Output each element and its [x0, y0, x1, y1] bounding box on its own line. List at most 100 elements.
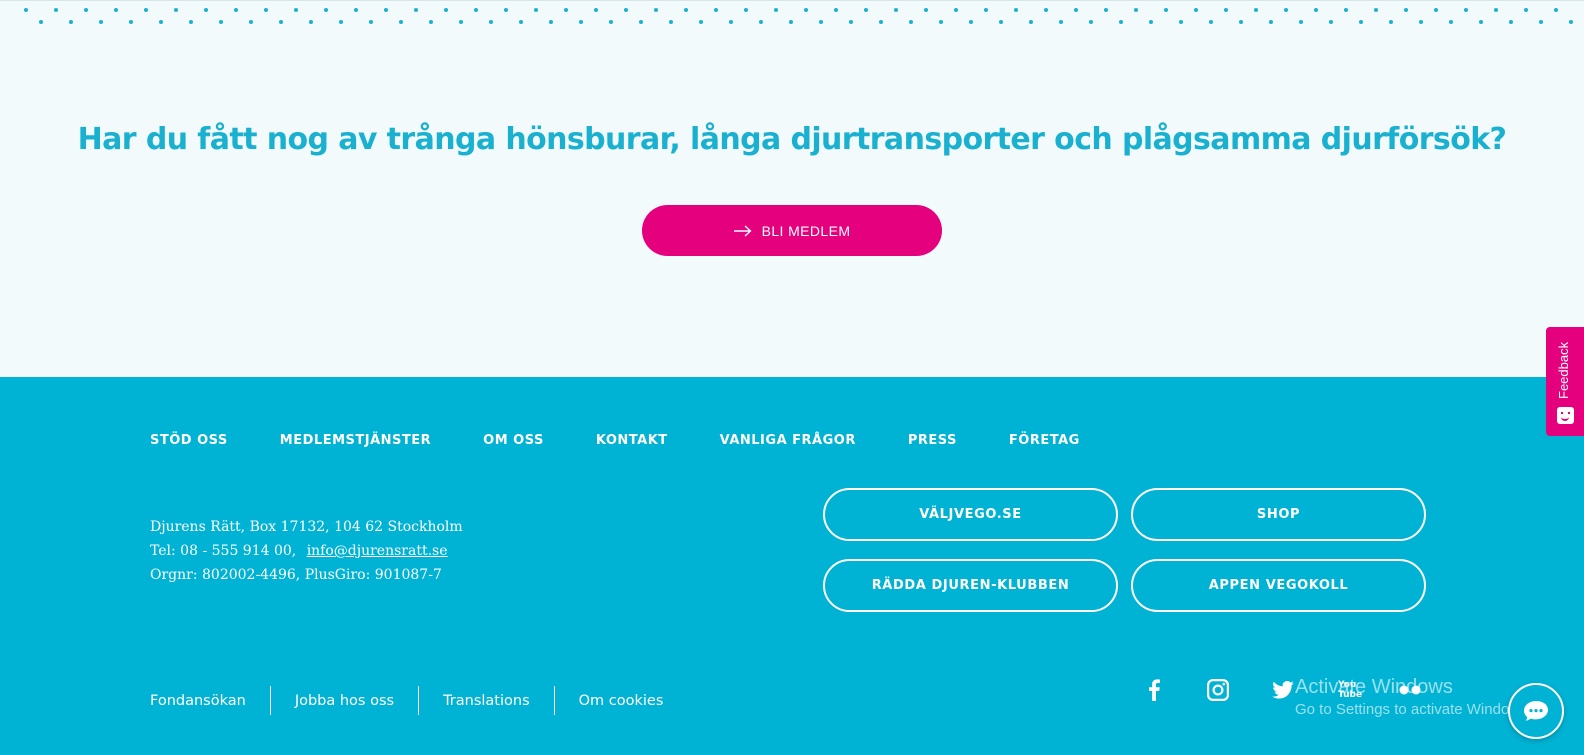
dot	[969, 20, 973, 24]
dot	[84, 8, 88, 12]
contact-info: Djurens Rätt, Box 17132, 104 62 Stockhol…	[150, 515, 463, 587]
dot	[474, 8, 478, 12]
dot	[1329, 20, 1333, 24]
dot	[759, 20, 763, 24]
arrow-right-icon	[733, 224, 752, 237]
dot	[879, 20, 883, 24]
bli-medlem-label: BLI MEDLEM	[761, 222, 851, 239]
twitter-icon[interactable]	[1268, 675, 1298, 705]
dot	[369, 20, 373, 24]
dot	[1119, 20, 1123, 24]
dot	[339, 20, 343, 24]
instagram-icon[interactable]	[1203, 675, 1233, 705]
dot	[444, 8, 448, 12]
nav-om-oss[interactable]: OM OSS	[483, 433, 544, 448]
dot	[1479, 20, 1483, 24]
dot	[954, 8, 958, 12]
dot	[144, 8, 148, 12]
promo-section: Har du fått nog av trånga hönsburar, lån…	[0, 0, 1584, 377]
divider	[553, 686, 555, 715]
dot	[1434, 8, 1438, 12]
dot	[909, 20, 913, 24]
link-translations[interactable]: Translations	[443, 693, 530, 709]
nav-medlemstjanster[interactable]: MEDLEMSTJÄNSTER	[280, 433, 431, 448]
dot	[699, 20, 703, 24]
bli-medlem-button[interactable]: BLI MEDLEM	[642, 205, 942, 256]
feedback-label: Feedback	[1556, 341, 1571, 399]
dot	[639, 20, 643, 24]
phone-email-line: Tel: 08 - 555 914 00, info@djurensratt.s…	[150, 539, 463, 563]
activate-windows-title: Activate Windows	[1295, 676, 1453, 698]
dot	[729, 20, 733, 24]
dot	[849, 20, 853, 24]
dot	[864, 8, 868, 12]
dot	[684, 8, 688, 12]
link-jobba-hos-oss[interactable]: Jobba hos oss	[295, 693, 394, 709]
dot	[264, 8, 268, 12]
dot	[819, 20, 823, 24]
dot	[399, 20, 403, 24]
dot	[1014, 8, 1018, 12]
facebook-icon[interactable]	[1139, 675, 1169, 705]
dot	[174, 8, 178, 12]
dot	[354, 8, 358, 12]
dot	[1404, 8, 1408, 12]
dot	[789, 20, 793, 24]
dot	[294, 8, 298, 12]
dot	[1344, 8, 1348, 12]
dot	[1074, 8, 1078, 12]
dot	[1374, 8, 1378, 12]
dot	[129, 20, 133, 24]
dots-decoration-top	[0, 8, 1584, 14]
dot	[1494, 8, 1498, 12]
top-border	[0, 0, 1584, 1]
dot	[714, 8, 718, 12]
dot	[774, 8, 778, 12]
dot	[1359, 20, 1363, 24]
dot	[414, 8, 418, 12]
radda-djuren-klubben-button[interactable]: RÄDDA DJUREN-KLUBBEN	[823, 559, 1118, 612]
dot	[324, 8, 328, 12]
dot	[1314, 8, 1318, 12]
bottom-links: Fondansökan Jobba hos oss Translations O…	[150, 686, 663, 715]
dot	[1164, 8, 1168, 12]
dot	[234, 8, 238, 12]
dot	[1554, 8, 1558, 12]
dot	[24, 8, 28, 12]
dot	[834, 8, 838, 12]
nav-press[interactable]: PRESS	[908, 433, 957, 448]
shop-button[interactable]: SHOP	[1131, 488, 1426, 541]
dot	[939, 20, 943, 24]
dot	[1389, 20, 1393, 24]
dot	[804, 8, 808, 12]
dot	[384, 8, 388, 12]
dot	[504, 8, 508, 12]
dot	[459, 20, 463, 24]
link-fondansokan[interactable]: Fondansökan	[150, 693, 246, 709]
email-link[interactable]: info@djurensratt.se	[307, 543, 448, 559]
divider	[418, 686, 420, 715]
dot	[114, 8, 118, 12]
feedback-tab[interactable]: Feedback	[1546, 327, 1584, 436]
dot	[1134, 8, 1138, 12]
nav-stod-oss[interactable]: STÖD OSS	[150, 433, 228, 448]
chat-button[interactable]	[1508, 683, 1564, 739]
org-line: Orgnr: 802002-4496, PlusGiro: 901087-7	[150, 567, 442, 583]
nav-vanliga-fragor[interactable]: VANLIGA FRÅGOR	[720, 433, 856, 448]
link-om-cookies[interactable]: Om cookies	[579, 693, 664, 709]
dot	[924, 8, 928, 12]
dot	[69, 20, 73, 24]
dot	[1104, 8, 1108, 12]
dot	[894, 8, 898, 12]
dot	[1299, 20, 1303, 24]
dot	[39, 20, 43, 24]
valjvego-button[interactable]: VÄLJVEGO.SE	[823, 488, 1118, 541]
nav-kontakt[interactable]: KONTAKT	[596, 433, 668, 448]
dot	[669, 20, 673, 24]
dot	[1029, 20, 1033, 24]
nav-foretag[interactable]: FÖRETAG	[1009, 433, 1080, 448]
divider	[269, 686, 271, 715]
appen-vegokoll-button[interactable]: APPEN VEGOKOLL	[1131, 559, 1426, 612]
dot	[624, 8, 628, 12]
dots-decoration-bottom	[0, 20, 1584, 26]
